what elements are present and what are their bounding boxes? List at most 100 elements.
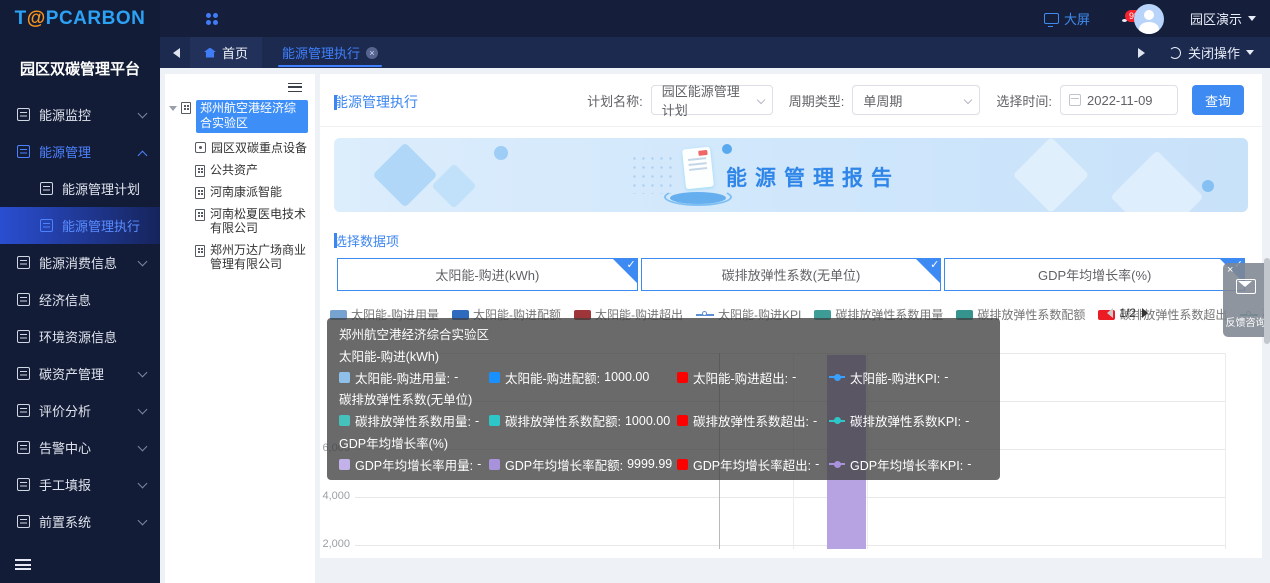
economy-icon (17, 293, 30, 306)
tab-energy-execution[interactable]: 能源管理执行 (270, 37, 390, 68)
sidebar: T@PCARBON 园区双碳管理平台 能源监控 能源管理 能源管理计划 能源管理… (0, 0, 160, 583)
monitor-icon (17, 108, 30, 121)
series-marker (677, 372, 688, 383)
date-picker-input[interactable]: 2022-11-09 (1060, 85, 1178, 115)
sidebar-item-economy-info[interactable]: 经济信息 (0, 281, 160, 318)
tree-node-songxia[interactable]: 河南松夏医电技术有限公司 (165, 207, 315, 235)
report-banner: 能源管理报告 (334, 138, 1248, 212)
plan-name-select[interactable]: 园区能源管理计划 (651, 85, 773, 115)
consumption-icon (17, 256, 30, 269)
tree-node-wanda[interactable]: 郑州万达广场商业管理有限公司 (165, 243, 315, 271)
avatar[interactable] (1134, 4, 1164, 34)
sidebar-item-environment-info[interactable]: 环境资源信息 (0, 318, 160, 355)
building-icon (195, 165, 205, 177)
cube-decor (431, 163, 476, 208)
building-icon (181, 102, 191, 114)
tabs-scroll-right-icon[interactable] (1138, 48, 1145, 58)
tooltip-row: 碳排放弹性系数用量:- 碳排放弹性系数配额:1000.00 碳排放弹性系数超出:… (339, 411, 988, 430)
tree-node-kangpai[interactable]: 河南康派智能 (165, 185, 315, 199)
y-axis-tick: 4,000 (320, 490, 350, 502)
app-root: T@PCARBON 园区双碳管理平台 能源监控 能源管理 能源管理计划 能源管理… (0, 0, 1270, 583)
sidebar-item-carbon-asset[interactable]: 碳资产管理 (0, 355, 160, 392)
title-bar-accent (334, 233, 337, 248)
series-marker (339, 459, 350, 470)
apps-grid-icon[interactable] (206, 13, 218, 25)
tree-expand-icon[interactable] (169, 106, 177, 111)
org-selector[interactable]: 园区演示 (1190, 9, 1256, 28)
close-tab-icon[interactable] (366, 47, 378, 59)
cube-decor (372, 142, 437, 207)
y-axis-tick: 2,000 (320, 538, 350, 550)
sidebar-item-evaluation[interactable]: 评价分析 (0, 392, 160, 429)
energy-management-icon (17, 145, 30, 158)
feedback-button[interactable]: 反馈咨询 (1223, 263, 1268, 337)
chevron-down-icon (139, 481, 146, 488)
caret-down-icon (1246, 50, 1254, 55)
close-operation-menu[interactable]: 关闭操作 (1188, 43, 1240, 62)
chevron-down-icon (139, 370, 146, 377)
series-marker (489, 372, 500, 383)
chevron-down-icon (139, 407, 146, 414)
tabbar-right: 关闭操作 (1138, 43, 1254, 62)
cycle-type-label: 周期类型: (789, 91, 845, 110)
data-item-carbon-elasticity[interactable]: 碳排放弹性系数(无单位) (641, 258, 942, 291)
tabs-scroll-left-icon[interactable] (173, 48, 180, 58)
sidebar-item-manual-report[interactable]: 手工填报 (0, 466, 160, 503)
sidebar-collapse-icon[interactable] (15, 559, 31, 570)
big-screen-button[interactable]: 大屏 (1044, 9, 1090, 28)
alarm-icon (17, 441, 30, 454)
plan-icon (40, 182, 53, 195)
sidebar-item-alarm-center[interactable]: 告警中心 (0, 429, 160, 466)
data-section-title: 选择数据项 (334, 231, 399, 250)
legend-pager: 1/2 (1107, 306, 1148, 320)
chevron-down-icon (139, 444, 146, 451)
tooltip-row: 太阳能-购进用量:- 太阳能-购进配额:1000.00 太阳能-购进超出:- 太… (339, 368, 988, 387)
tree-node-device[interactable]: 园区双碳重点设备 (165, 141, 315, 155)
gridline-vertical (1225, 353, 1226, 549)
sidebar-item-energy-monitor[interactable]: 能源监控 (0, 96, 160, 133)
sidebar-item-energy-plan[interactable]: 能源管理计划 (0, 170, 160, 207)
environment-icon (17, 330, 30, 343)
data-item-solar[interactable]: 太阳能-购进(kWh) (337, 258, 638, 291)
vertical-scrollbar[interactable] (1264, 258, 1270, 344)
chevron-down-icon (139, 518, 146, 525)
tree-node-root[interactable]: 郑州航空港经济综合实验区 (165, 100, 315, 133)
close-icon[interactable] (1227, 264, 1233, 276)
screen-icon (1044, 13, 1059, 24)
tab-home[interactable]: 首页 (190, 37, 262, 68)
manual-report-icon (17, 478, 30, 491)
report-doc-icon (664, 144, 734, 208)
carbon-asset-icon (17, 367, 30, 380)
pager-prev-icon[interactable] (1107, 308, 1113, 318)
cube-decor (1013, 138, 1089, 212)
pager-next-icon[interactable] (1142, 308, 1148, 318)
calendar-icon (1069, 94, 1081, 106)
filter-bar: 计划名称: 园区能源管理计划 周期类型: 单周期 选择时间: 2022-11-0… (571, 85, 1244, 115)
query-button[interactable]: 查询 (1192, 85, 1244, 115)
refresh-icon[interactable] (1169, 47, 1181, 59)
dot-decor (1202, 180, 1214, 192)
cycle-type-select[interactable]: 单周期 (852, 85, 980, 115)
tree-collapse-icon[interactable] (288, 83, 302, 92)
chevron-down-icon (139, 111, 146, 118)
front-system-icon (17, 515, 30, 528)
data-item-gdp-growth[interactable]: GDP年均增长率(%) (944, 258, 1245, 291)
building-icon (195, 245, 205, 257)
dot-decor (494, 146, 508, 160)
selected-check-icon (916, 259, 940, 283)
selected-check-icon (613, 259, 637, 283)
topcarbon-logo[interactable]: T@PCARBON (0, 8, 160, 30)
tree-node-label-selected: 郑州航空港经济综合实验区 (196, 100, 308, 133)
sidebar-item-energy-management[interactable]: 能源管理 (0, 133, 160, 170)
topbar-right: 大屏 99+ 园区演示 (1044, 4, 1256, 34)
caret-down-icon (1248, 16, 1256, 21)
mail-icon (1236, 279, 1256, 294)
tree-node-public-asset[interactable]: 公共资产 (165, 163, 315, 177)
topbar: 大屏 99+ 园区演示 (160, 0, 1270, 37)
sidebar-item-front-system[interactable]: 前置系统 (0, 503, 160, 540)
series-line-marker (829, 459, 845, 470)
tooltip-group-name: GDP年均增长率(%) (339, 433, 988, 452)
sidebar-item-energy-consumption[interactable]: 能源消费信息 (0, 244, 160, 281)
sidebar-item-energy-execution[interactable]: 能源管理执行 (0, 207, 160, 244)
series-marker (677, 415, 688, 426)
